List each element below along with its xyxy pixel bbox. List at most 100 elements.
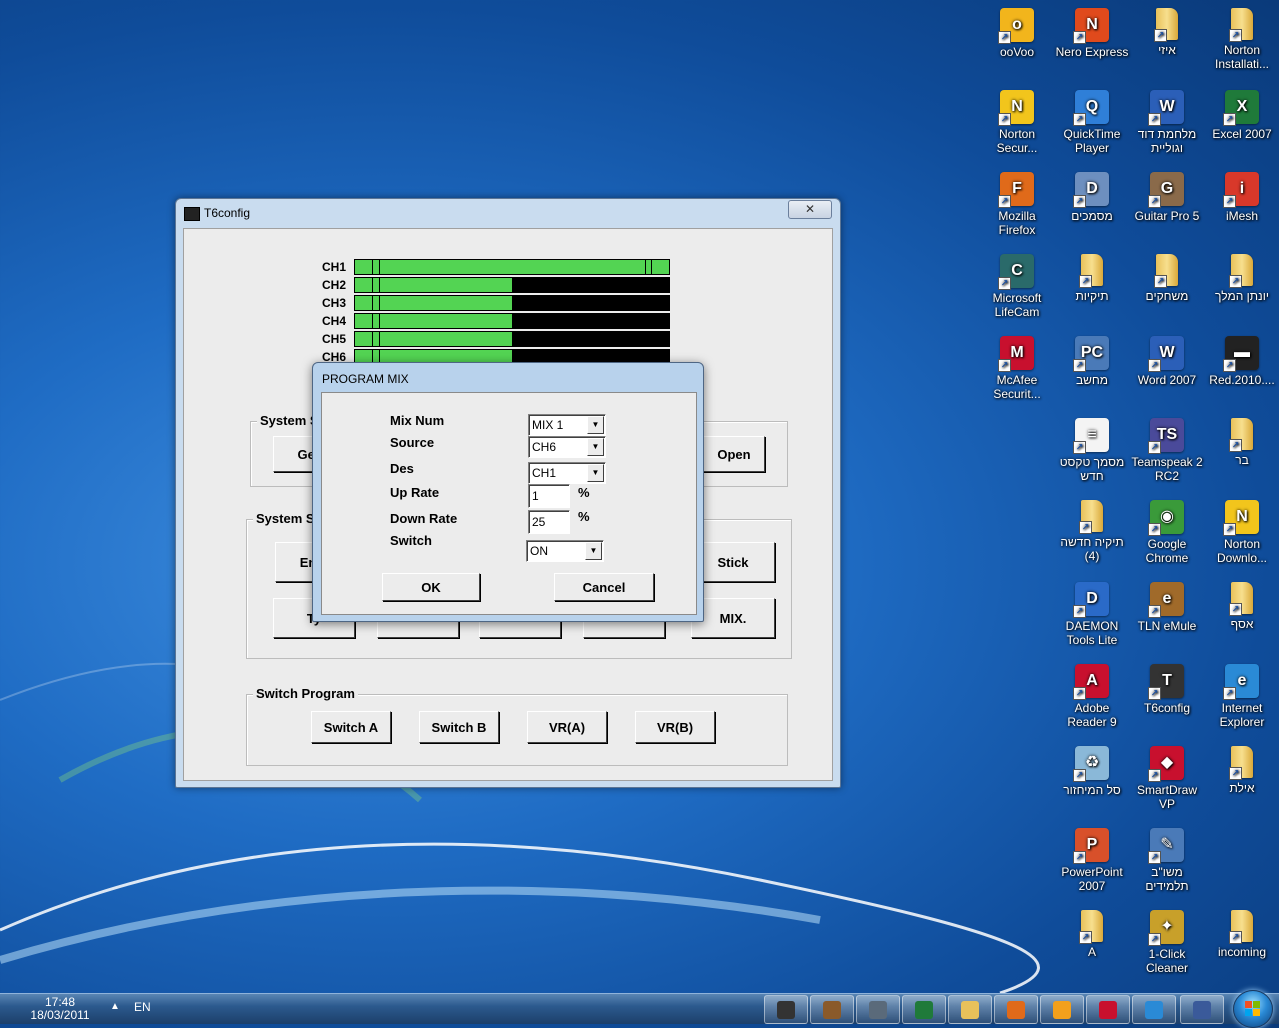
open-button[interactable]: Open — [703, 436, 765, 472]
up-rate-input[interactable]: 1 — [528, 484, 570, 508]
mix-num-select[interactable]: MIX 1 ▼ — [528, 414, 606, 436]
cancel-button[interactable]: Cancel — [554, 573, 654, 601]
media-task[interactable] — [1040, 995, 1084, 1024]
des-select[interactable]: CH1 ▼ — [528, 462, 606, 484]
desktop-icon[interactable]: e ↗ TLN eMule — [1129, 578, 1205, 633]
app-shortcut-icon: ♻ ↗ — [1073, 746, 1109, 782]
ie-task[interactable] — [1132, 995, 1176, 1024]
desktop-icon-label: אילת — [1229, 781, 1255, 795]
desktop-icon[interactable]: A ↗ Adobe Reader 9 — [1054, 660, 1130, 729]
explorer-task[interactable] — [948, 995, 992, 1024]
app-shortcut-icon: e ↗ — [1148, 582, 1184, 618]
desktop-icon[interactable]: X ↗ Excel 2007 — [1204, 86, 1279, 141]
mcafee-task[interactable] — [1086, 995, 1130, 1024]
desktop-icon-label: סל המיחזור — [1063, 783, 1121, 797]
desktop-icon[interactable]: i ↗ iMesh — [1204, 168, 1279, 223]
device-task[interactable] — [1180, 995, 1224, 1024]
chevron-down-icon[interactable]: ▼ — [587, 438, 604, 456]
shortcut-arrow-icon: ↗ — [1073, 605, 1086, 618]
desktop-icon[interactable]: o ↗ ooVoo — [979, 4, 1055, 59]
t6config-task[interactable] — [764, 995, 808, 1024]
desktop-icon[interactable]: ↗ תיקיות — [1054, 250, 1130, 303]
excel-task[interactable] — [902, 995, 946, 1024]
desktop-icon[interactable]: ◆ ↗ SmartDraw VP — [1129, 742, 1205, 811]
desktop-icon[interactable]: N ↗ Norton Downlo... — [1204, 496, 1279, 565]
desktop-icon[interactable]: ↗ incoming — [1204, 906, 1279, 959]
channel-bar — [354, 295, 670, 311]
channel-fill — [355, 260, 669, 274]
desktop-icon[interactable]: ▬ ↗ Red.2010.... — [1204, 332, 1279, 387]
app-shortcut-icon: ✎ ↗ — [1148, 828, 1184, 864]
desktop-icon[interactable]: G ↗ Guitar Pro 5 — [1129, 168, 1205, 223]
desktop-icon[interactable]: T ↗ T6config — [1129, 660, 1205, 715]
vr-b-button[interactable]: VR(B) — [635, 711, 715, 743]
shortcut-arrow-icon: ↗ — [1148, 441, 1161, 454]
taskbar-clock[interactable]: 17:48 18/03/2011 — [20, 996, 100, 1022]
channel-marker — [372, 260, 373, 274]
window-titlebar[interactable]: T6config ✕ — [176, 199, 840, 227]
app3-task[interactable] — [856, 995, 900, 1024]
desktop-icon[interactable]: TS ↗ Teamspeak 2 RC2 — [1129, 414, 1205, 483]
show-hidden-icons-icon[interactable]: ▲ — [110, 1001, 120, 1012]
desktop-icon[interactable]: W ↗ מלחמת דוד וגוליית — [1129, 86, 1205, 155]
switch-select[interactable]: ON ▼ — [526, 540, 604, 562]
desktop-icon[interactable]: ↗ תיקיה חדשה (4) — [1054, 496, 1130, 563]
shortcut-arrow-icon: ↗ — [1148, 769, 1161, 782]
desktop-icon-label: A — [1087, 945, 1096, 959]
app-shortcut-icon: N ↗ — [998, 90, 1034, 126]
desktop-icon[interactable]: e ↗ Internet Explorer — [1204, 660, 1279, 729]
start-button[interactable] — [1233, 990, 1273, 1028]
shortcut-arrow-icon: ↗ — [1073, 195, 1086, 208]
channel-marker — [372, 332, 373, 346]
taskbar-app-icon — [869, 1000, 887, 1019]
desktop-icon[interactable]: C ↗ Microsoft LifeCam — [979, 250, 1055, 319]
source-select[interactable]: CH6 ▼ — [528, 436, 606, 458]
desktop-icon[interactable]: D ↗ מסמכים — [1054, 168, 1130, 223]
app-shortcut-icon: W ↗ — [1148, 336, 1184, 372]
ok-button[interactable]: OK — [382, 573, 480, 601]
desktop-icon[interactable]: ↗ Norton Installati... — [1204, 4, 1279, 71]
desktop-icon[interactable]: ≡ ↗ מסמך טקסט חדש — [1054, 414, 1130, 483]
app-shortcut-icon: Q ↗ — [1073, 90, 1109, 126]
channel-bar — [354, 277, 670, 293]
windows-logo-icon — [1245, 1001, 1261, 1017]
desktop-icon[interactable]: ↗ יונתן המלך — [1204, 250, 1279, 303]
switch-b-button[interactable]: Switch B — [419, 711, 499, 743]
desktop-icon[interactable]: ↗ אסף — [1204, 578, 1279, 631]
desktop-icon[interactable]: M ↗ McAfee Securit... — [979, 332, 1055, 401]
close-button[interactable]: ✕ — [788, 200, 832, 219]
desktop-icon[interactable]: ✎ ↗ משו"ב תלמידים — [1129, 824, 1205, 893]
desktop-icon-label: DAEMON Tools Lite — [1065, 619, 1119, 647]
channel-bar — [354, 259, 670, 275]
desktop-icon[interactable]: D ↗ DAEMON Tools Lite — [1054, 578, 1130, 647]
desktop-icon[interactable]: PC ↗ מחשב — [1054, 332, 1130, 387]
desktop-icon[interactable]: W ↗ Word 2007 — [1129, 332, 1205, 387]
desktop-icon[interactable]: ↗ משחקים — [1129, 250, 1205, 303]
taskbar: 17:48 18/03/2011 ▲ EN — [0, 990, 1279, 1028]
desktop-icon[interactable]: P ↗ PowerPoint 2007 — [1054, 824, 1130, 893]
shortcut-arrow-icon: ↗ — [1148, 113, 1161, 126]
desktop-icon[interactable]: N ↗ Norton Secur... — [979, 86, 1055, 155]
desktop-icon[interactable]: ◉ ↗ Google Chrome — [1129, 496, 1205, 565]
desktop-icon[interactable]: ✦ ↗ 1-Click Cleaner — [1129, 906, 1205, 975]
desktop-icon[interactable]: ↗ בר — [1204, 414, 1279, 467]
chevron-down-icon[interactable]: ▼ — [585, 542, 602, 560]
language-indicator[interactable]: EN — [134, 1000, 151, 1014]
desktop-icon[interactable]: ↗ אילת — [1204, 742, 1279, 795]
desktop-icon[interactable]: F ↗ Mozilla Firefox — [979, 168, 1055, 237]
desktop-icon[interactable]: N ↗ Nero Express — [1054, 4, 1130, 59]
app2-task[interactable] — [810, 995, 854, 1024]
desktop-icon[interactable]: Q ↗ QuickTime Player — [1054, 86, 1130, 155]
desktop-icon-label: T6config — [1143, 701, 1191, 715]
shortcut-arrow-icon: ↗ — [1148, 195, 1161, 208]
desktop-icon[interactable]: ↗ A — [1054, 906, 1130, 959]
desktop-icon[interactable]: ↗ איזי — [1129, 4, 1205, 57]
firefox-task[interactable] — [994, 995, 1038, 1024]
chevron-down-icon[interactable]: ▼ — [587, 416, 604, 434]
switch-a-button[interactable]: Switch A — [311, 711, 391, 743]
desktop-icon-label: Teamspeak 2 RC2 — [1131, 455, 1203, 483]
down-rate-input[interactable]: 25 — [528, 510, 570, 534]
chevron-down-icon[interactable]: ▼ — [587, 464, 604, 482]
desktop-icon[interactable]: ♻ ↗ סל המיחזור — [1054, 742, 1130, 797]
vr-a-button[interactable]: VR(A) — [527, 711, 607, 743]
